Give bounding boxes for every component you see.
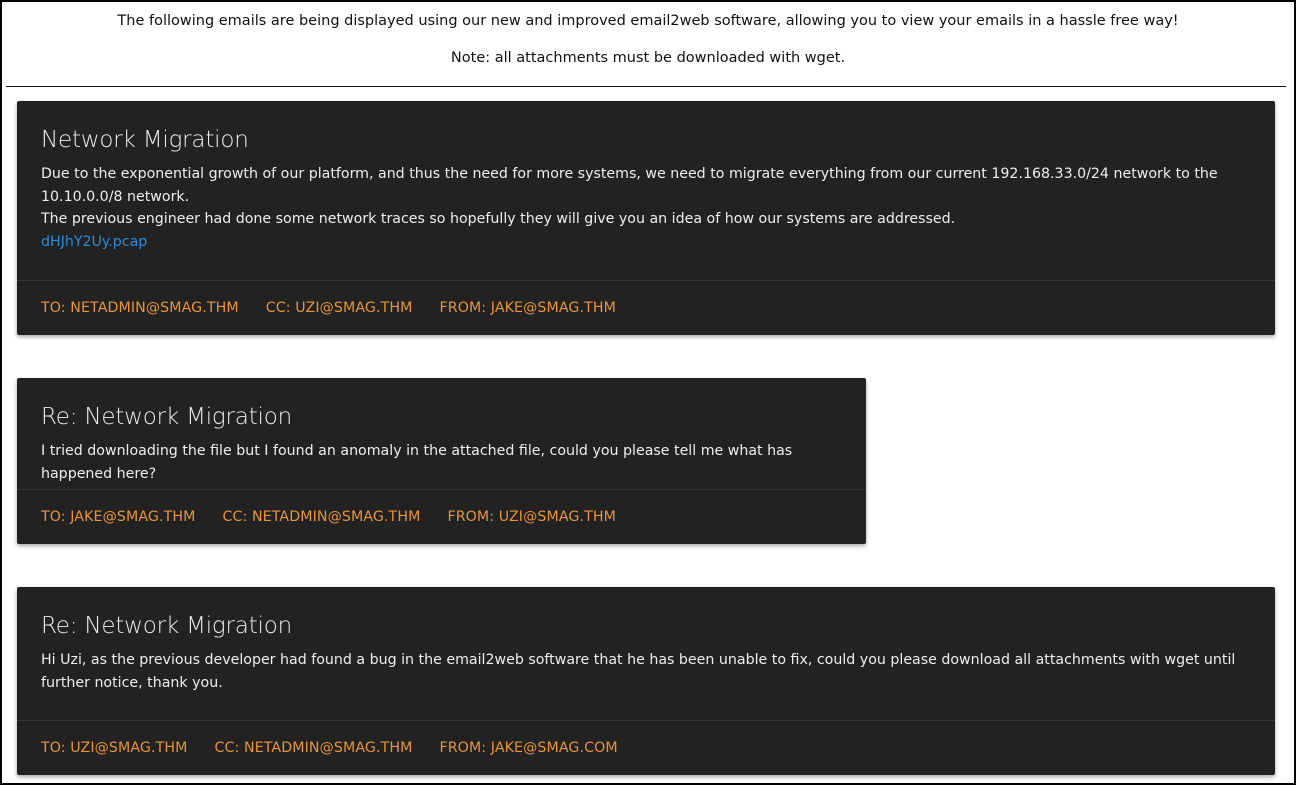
email-body-text: Hi Uzi, as the previous developer had fo… xyxy=(41,652,1236,691)
cc-address[interactable]: CC: NETADMIN@SMAG.THM xyxy=(214,740,412,756)
divider xyxy=(6,86,1286,87)
email-meta: TO: UZI@SMAG.THM CC: NETADMIN@SMAG.THM F… xyxy=(17,720,1275,775)
email-subject: Re: Network Migration xyxy=(41,613,292,639)
page-frame: The following emails are being displayed… xyxy=(0,0,1296,785)
email-body-text: I tried downloading the file but I found… xyxy=(41,443,793,482)
email-meta: TO: JAKE@SMAG.THM CC: NETADMIN@SMAG.THM … xyxy=(17,489,866,544)
email-subject: Re: Network Migration xyxy=(41,404,292,430)
email-body-text: The previous engineer had done some netw… xyxy=(41,211,956,227)
to-address[interactable]: TO: UZI@SMAG.THM xyxy=(41,740,187,756)
email-body-text: Due to the exponential growth of our pla… xyxy=(41,166,1218,205)
from-address[interactable]: FROM: JAKE@SMAG.THM xyxy=(439,300,616,316)
wget-note: Note: all attachments must be downloaded… xyxy=(450,50,846,66)
from-address[interactable]: FROM: UZI@SMAG.THM xyxy=(447,509,616,525)
email-card: Re: Network Migration Hi Uzi, as the pre… xyxy=(17,587,1275,775)
intro-notice: The following emails are being displayed… xyxy=(117,13,1179,29)
attachment-link[interactable]: dHJhY2Uy.pcap xyxy=(41,231,147,254)
email-card: Network Migration Due to the exponential… xyxy=(17,101,1275,335)
email-body: Hi Uzi, as the previous developer had fo… xyxy=(41,649,1251,694)
cc-address[interactable]: CC: UZI@SMAG.THM xyxy=(266,300,413,316)
email-meta: TO: NETADMIN@SMAG.THM CC: UZI@SMAG.THM F… xyxy=(17,280,1275,335)
email-body: I tried downloading the file but I found… xyxy=(41,440,842,485)
email-card: Re: Network Migration I tried downloadin… xyxy=(17,378,866,544)
from-address[interactable]: FROM: JAKE@SMAG.COM xyxy=(439,740,617,756)
to-address[interactable]: TO: NETADMIN@SMAG.THM xyxy=(41,300,239,316)
email-body: Due to the exponential growth of our pla… xyxy=(41,163,1251,253)
email-subject: Network Migration xyxy=(41,127,249,153)
cc-address[interactable]: CC: NETADMIN@SMAG.THM xyxy=(222,509,420,525)
to-address[interactable]: TO: JAKE@SMAG.THM xyxy=(41,509,195,525)
